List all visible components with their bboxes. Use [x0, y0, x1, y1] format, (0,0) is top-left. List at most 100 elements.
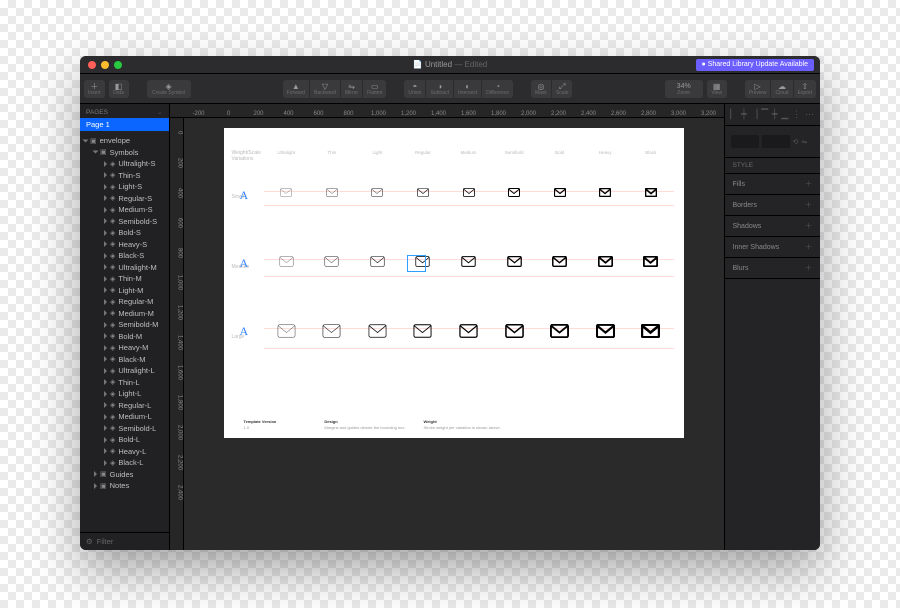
symbol-cell[interactable] [582, 256, 628, 267]
symbol-cell[interactable] [264, 188, 310, 197]
disclosure-icon[interactable] [104, 310, 107, 316]
symbol-cell[interactable] [491, 324, 537, 338]
page-item[interactable]: Page 1 [80, 118, 169, 131]
symbol-cell[interactable] [628, 324, 674, 338]
flatten-button[interactable]: ▭Flatten [363, 80, 386, 98]
layer-item[interactable]: ◈Bold-M [80, 331, 169, 343]
disclosure-icon[interactable] [104, 437, 107, 443]
layer-item[interactable]: ◈Light-S [80, 181, 169, 193]
layer-item[interactable]: ◈Black-M [80, 354, 169, 366]
disclosure-icon[interactable] [104, 161, 107, 167]
add-blur-icon[interactable]: ＋ [805, 263, 812, 273]
layer-item[interactable]: ◈Semibold-L [80, 423, 169, 435]
layer-item[interactable]: ◈Ultralight-L [80, 365, 169, 377]
layer-item[interactable]: ◈Regular-S [80, 193, 169, 205]
symbol-cell[interactable] [628, 256, 674, 267]
y-field[interactable] [762, 135, 790, 148]
disclosure-icon[interactable] [104, 195, 107, 201]
artboard[interactable]: Weight/Scale Variations UltralightThinLi… [224, 128, 684, 438]
symbol-cell[interactable] [537, 188, 583, 197]
layer-item[interactable]: ◈Bold-L [80, 434, 169, 446]
disclosure-icon[interactable] [104, 345, 107, 351]
disclosure-icon[interactable] [104, 207, 107, 213]
blurs-section[interactable]: Blurs＋ [725, 258, 821, 279]
disclosure-icon[interactable] [104, 322, 107, 328]
disclosure-icon[interactable] [104, 276, 107, 282]
union-button[interactable]: ◓Union [404, 80, 425, 98]
mask-button[interactable]: ◎Mask [531, 80, 551, 98]
disclosure-icon[interactable] [104, 425, 107, 431]
symbol-cell[interactable] [355, 324, 401, 338]
symbol-cell[interactable] [582, 324, 628, 338]
cloud-button[interactable]: ☁Cloud [771, 80, 792, 98]
disclosure-icon[interactable] [104, 448, 107, 454]
data-button[interactable]: ◧Data [109, 80, 129, 98]
symbol-cell[interactable] [400, 324, 446, 338]
layer-item[interactable]: ◈Heavy-L [80, 446, 169, 458]
disclosure-icon[interactable] [104, 333, 107, 339]
align-left-icon[interactable]: ▏ [730, 109, 737, 120]
layer-item[interactable]: ◈Bold-S [80, 227, 169, 239]
disclosure-icon[interactable] [104, 391, 107, 397]
symbol-cell[interactable] [491, 188, 537, 197]
symbol-cell[interactable] [355, 256, 401, 267]
disclosure-icon[interactable] [104, 184, 107, 190]
layer-item[interactable]: ◈Light-M [80, 285, 169, 297]
layer-item[interactable]: ◈Medium-M [80, 308, 169, 320]
layer-item[interactable]: ◈Thin-S [80, 170, 169, 182]
layer-item[interactable]: ◈Medium-S [80, 204, 169, 216]
symbol-cell[interactable] [400, 188, 446, 197]
align-hcenter-icon[interactable]: ┿ [741, 109, 746, 120]
symbol-cell[interactable] [537, 324, 583, 338]
library-update-banner[interactable]: ● Shared Library Update Available [696, 59, 814, 71]
layer-item[interactable]: ◈Ultralight-S [80, 158, 169, 170]
layer-item[interactable]: ◈Light-L [80, 388, 169, 400]
minimize-icon[interactable] [101, 61, 109, 69]
filter-input[interactable]: Filter [97, 537, 114, 546]
symbol-cell[interactable] [446, 188, 492, 197]
disclosure-icon[interactable] [104, 241, 107, 247]
zoom-window-icon[interactable] [114, 61, 122, 69]
add-border-icon[interactable]: ＋ [805, 200, 812, 210]
layer-item[interactable]: ◈Black-L [80, 457, 169, 469]
layer-item[interactable]: ◈Black-S [80, 250, 169, 262]
template-cell[interactable]: A [240, 324, 249, 339]
align-vcenter-icon[interactable]: ┿ [772, 109, 777, 120]
disclosure-icon[interactable] [94, 471, 97, 477]
align-top-icon[interactable]: ▔ [761, 109, 768, 120]
inner-shadows-section[interactable]: Inner Shadows＋ [725, 237, 821, 258]
zoom-field[interactable]: 34%Zoom [665, 80, 703, 98]
layer-item[interactable]: ◈Thin-M [80, 273, 169, 285]
symbol-cell[interactable] [491, 256, 537, 267]
ruler-left[interactable]: 02004006008001,0001,2001,4001,6001,8002,… [170, 118, 184, 550]
disclosure-icon[interactable] [104, 172, 107, 178]
subtract-button[interactable]: ◑Subtract [426, 80, 453, 98]
export-button[interactable]: ⇧Export [794, 80, 816, 98]
layer-item[interactable]: ◈Heavy-M [80, 342, 169, 354]
x-field[interactable] [731, 135, 759, 148]
flip-h-icon[interactable]: ⇋ [801, 138, 807, 146]
disclosure-icon[interactable] [104, 264, 107, 270]
layer-item[interactable]: ▣Notes [80, 480, 169, 492]
create-symbol-button[interactable]: ◈Create Symbol [147, 80, 191, 98]
layer-item[interactable]: ▣Symbols [80, 147, 169, 159]
shadows-section[interactable]: Shadows＋ [725, 216, 821, 237]
layer-item[interactable]: ▣Guides [80, 469, 169, 481]
transform-icon[interactable]: ⟲ [793, 138, 799, 146]
layer-item[interactable]: ◈Thin-L [80, 377, 169, 389]
symbol-cell[interactable] [309, 188, 355, 197]
symbol-cell[interactable] [355, 188, 401, 197]
template-cell[interactable]: A [240, 188, 249, 203]
symbol-cell[interactable] [309, 256, 355, 267]
disclosure-icon[interactable] [104, 460, 107, 466]
disclosure-icon[interactable] [104, 368, 107, 374]
borders-section[interactable]: Borders＋ [725, 195, 821, 216]
symbol-cell[interactable] [537, 256, 583, 267]
close-icon[interactable] [88, 61, 96, 69]
mirror-button[interactable]: ⇋Mirror [341, 80, 362, 98]
disclosure-icon[interactable] [93, 151, 99, 154]
disclosure-icon[interactable] [104, 287, 107, 293]
difference-button[interactable]: ◔Difference [482, 80, 513, 98]
template-cell[interactable]: A [240, 256, 249, 271]
viewport[interactable]: Weight/Scale Variations UltralightThinLi… [184, 118, 724, 550]
